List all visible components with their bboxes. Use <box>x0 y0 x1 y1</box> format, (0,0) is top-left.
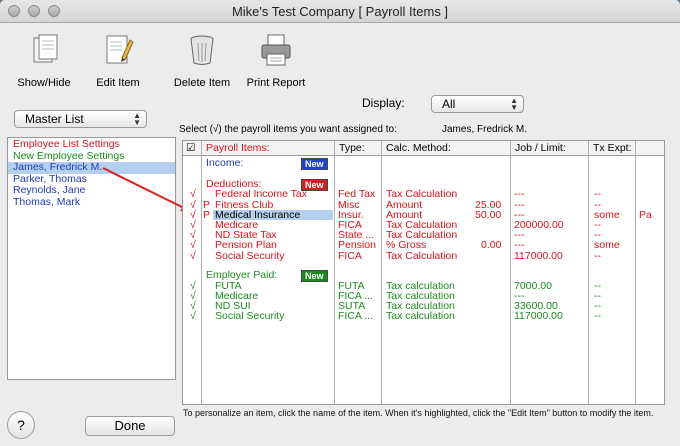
header-payroll-items[interactable]: Payroll Items: <box>202 141 335 156</box>
header-tx-expt[interactable]: Tx Expt: <box>589 141 636 156</box>
delete-item-label: Delete Item <box>173 77 231 89</box>
table-row[interactable]: √ Social Security FICA ... Tax calculati… <box>183 310 664 323</box>
delete-item-button[interactable]: Delete Item <box>170 32 234 89</box>
payroll-items-window: Mike's Test Company [ Payroll Items ] Sh… <box>0 0 680 446</box>
display-popup[interactable]: All ▲ ▼ <box>431 95 524 113</box>
edit-item-button[interactable]: Edit Item <box>88 32 148 89</box>
row-type: FICA ... <box>338 310 374 323</box>
print-report-button[interactable]: Print Report <box>244 32 308 89</box>
master-list-value: Master List <box>25 112 84 126</box>
row-check[interactable]: √ <box>190 250 196 261</box>
row-amount: 0.00 <box>481 239 502 252</box>
income-label: Income: <box>206 157 244 169</box>
title-bar: Mike's Test Company [ Payroll Items ] <box>0 0 680 23</box>
row-method: Tax Calculation <box>386 249 458 262</box>
chevron-up-down-icon: ▲ ▼ <box>510 96 518 112</box>
print-report-label: Print Report <box>246 77 306 89</box>
display-value: All <box>442 97 456 111</box>
row-name[interactable]: Social Security <box>215 311 284 322</box>
list-item-employee-list-settings[interactable]: Employee List Settings <box>8 138 175 151</box>
instruction-text: Select (√) the payroll items you want as… <box>179 124 397 135</box>
chevron-up-down-icon: ▲ ▼ <box>133 111 141 127</box>
row-flag: P <box>203 208 211 221</box>
header-check-icon[interactable]: ☑ <box>183 141 202 156</box>
row-method: Tax calculation <box>386 310 455 323</box>
header-extra <box>636 141 664 156</box>
employer-paid-label: Employer Paid: <box>206 269 278 281</box>
table-row[interactable]: √ Social Security FICA Tax Calculation 1… <box>183 249 664 262</box>
header-calc-method[interactable]: Calc. Method: <box>382 141 511 156</box>
show-hide-label: Show/Hide <box>17 77 71 89</box>
trash-can-icon <box>190 35 214 65</box>
income-section-row: Income: New <box>183 157 664 170</box>
printer-icon <box>261 34 291 66</box>
payroll-items-table: ☑ Payroll Items: Type: Calc. Method: Job… <box>182 140 665 405</box>
row-check[interactable]: √ <box>190 311 196 322</box>
assigned-employee-name: James, Fredrick M. <box>442 124 528 135</box>
row-limit: 117000.00 <box>514 249 563 262</box>
row-extra: Pa <box>639 208 652 221</box>
header-type[interactable]: Type: <box>335 141 382 156</box>
display-label: Display: <box>362 96 405 110</box>
documents-icon <box>33 34 58 63</box>
row-amount: 50.00 <box>475 208 502 221</box>
done-button[interactable]: Done <box>85 416 175 436</box>
income-new-button[interactable]: New <box>301 158 328 170</box>
row-tx-expt: -- <box>594 249 601 262</box>
row-type: FICA <box>338 249 362 262</box>
footer-help-text: To personalize an item, click the name o… <box>183 408 654 418</box>
row-limit: 117000.00 <box>514 310 563 323</box>
master-list-popup[interactable]: Master List ▲ ▼ <box>14 110 147 128</box>
window-title: Mike's Test Company [ Payroll Items ] <box>231 4 449 19</box>
row-tx-expt: -- <box>594 310 601 323</box>
pencil-document-icon <box>106 35 134 64</box>
help-button[interactable]: ? <box>7 411 35 439</box>
employer-paid-section-row: Employer Paid: New <box>183 269 664 282</box>
edit-item-label: Edit Item <box>96 77 140 89</box>
show-hide-button[interactable]: Show/Hide <box>14 32 74 89</box>
row-name[interactable]: Social Security <box>215 250 284 261</box>
header-job-limit[interactable]: Job / Limit: <box>511 141 589 156</box>
